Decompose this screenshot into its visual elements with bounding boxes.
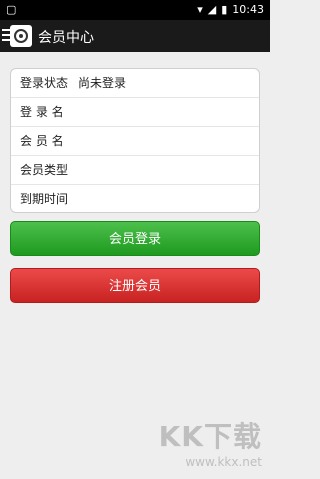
member-login-button[interactable]: 会员登录: [10, 221, 260, 256]
battery-icon: ▮: [221, 3, 228, 16]
watermark: KK下载 www.kkx.net: [159, 415, 262, 469]
info-row-login-name: 登 录 名: [11, 98, 259, 127]
app-bar: 会员中心: [0, 20, 270, 52]
info-value: 尚未登录: [78, 76, 127, 90]
register-member-button[interactable]: 注册会员: [10, 268, 260, 303]
status-bar: ▢ ▾ ◢ ▮ 10:43: [0, 0, 270, 20]
watermark-brand: KK下载: [158, 420, 262, 453]
signal-icon: ◢: [207, 3, 217, 16]
notification-icon: ▢: [6, 3, 17, 16]
app-logo-icon: [10, 25, 32, 47]
info-row-expiry: 到期时间: [11, 185, 259, 214]
wifi-icon: ▾: [197, 3, 203, 16]
info-label: 登 录 名: [20, 105, 64, 119]
watermark-url: www.kkx.net: [185, 455, 262, 469]
page-title: 会员中心: [38, 30, 94, 46]
info-label: 到期时间: [20, 192, 69, 206]
info-row-member-name: 会 员 名: [11, 127, 259, 156]
member-info-card: 登录状态 尚未登录 登 录 名 会 员 名 会员类型 到期时间: [10, 68, 260, 213]
menu-icon[interactable]: [2, 29, 10, 44]
info-row-login-status: 登录状态 尚未登录: [11, 69, 259, 98]
info-label: 会员类型: [20, 163, 69, 177]
info-row-member-type: 会员类型: [11, 156, 259, 185]
info-label: 会 员 名: [20, 134, 64, 148]
info-label: 登录状态: [20, 76, 69, 90]
status-time: 10:43: [232, 3, 264, 16]
